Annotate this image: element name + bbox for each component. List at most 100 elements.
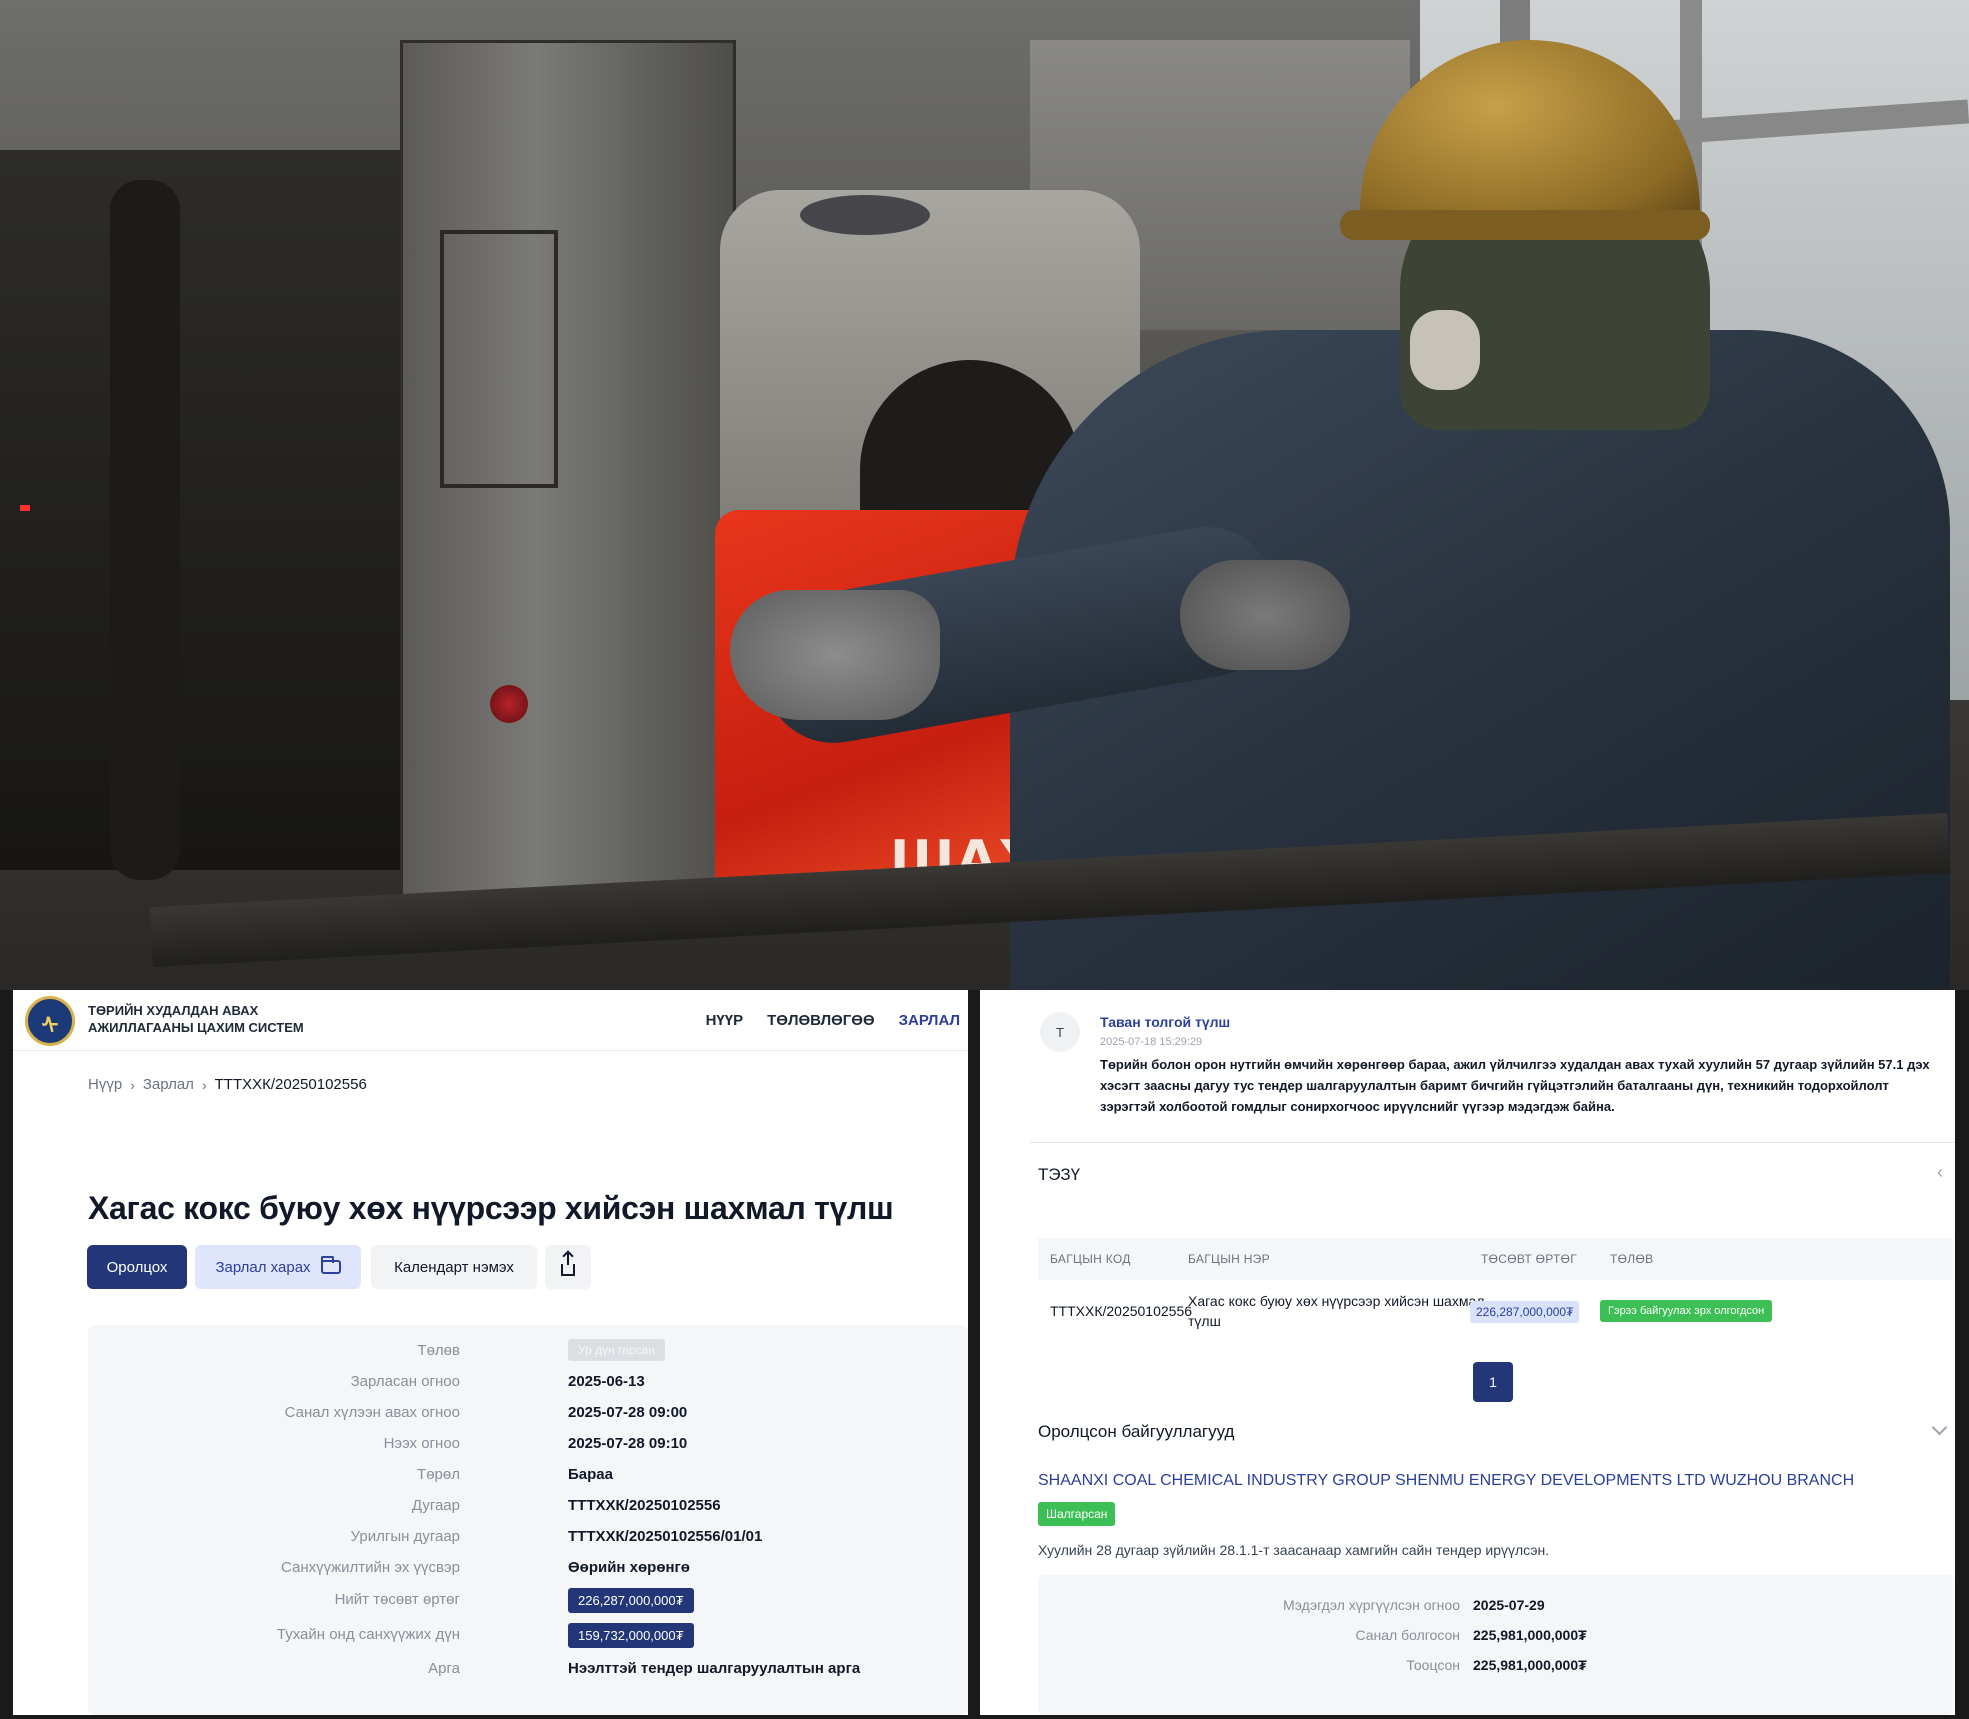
col-header-code: БАГЦЫН КОД — [1050, 1252, 1131, 1266]
participants-section-title[interactable]: Оролцсон байгууллагууд — [1038, 1422, 1234, 1442]
avatar: Т — [1040, 1012, 1080, 1052]
comment-timestamp: 2025-07-18 15:29:29 — [1100, 1036, 1203, 1048]
view-notice-button[interactable]: Зарлал харах — [195, 1245, 361, 1289]
org-name: ТӨРИЙН ХУДАЛДАН АВАХ АЖИЛЛАГААНЫ ЦАХИМ С… — [88, 1002, 348, 1036]
info-row-budget: Нийт төсөвт өртөг 226,287,000,000₮ — [88, 1588, 968, 1613]
info-row-year-fund: Тухайн онд санхүүжих дүн 159,732,000,000… — [88, 1623, 968, 1648]
info-row-invite: Урилгын дугаар ТТТХХК/20250102556/01/01 — [88, 1525, 968, 1549]
info-row-open: Нээх огноо 2025-07-28 09:10 — [88, 1432, 968, 1456]
machinery-shadow — [0, 150, 420, 870]
budget-label: Нийт төсөвт өртөг — [334, 1591, 460, 1608]
share-icon — [561, 1252, 575, 1276]
number-label: Дугаар — [411, 1497, 460, 1514]
winner-badge: Шалгарсан — [1038, 1502, 1116, 1526]
breadcrumb-current: ТТТХХК/20250102556 — [214, 1076, 367, 1093]
feasibility-section-title[interactable]: ТЭЗҮ — [1038, 1165, 1080, 1185]
offer-value: 225,981,000,000₮ — [1473, 1627, 1587, 1643]
chevron-left-icon[interactable]: ‹ — [1937, 1162, 1943, 1183]
open-date-value: 2025-07-28 09:10 — [568, 1435, 688, 1452]
participant-note: Хуулийн 28 дугаар зүйлийн 28.1.1-т зааса… — [1038, 1542, 1550, 1558]
year-fund-badge: 159,732,000,000₮ — [568, 1623, 694, 1648]
breadcrumb-home[interactable]: Нүүр — [88, 1076, 122, 1093]
chevron-right-icon: › — [201, 1076, 207, 1093]
funding-source-value: Өөрийн хөрөнгө — [568, 1559, 690, 1576]
lot-name: Хагас кокс буюу хөх нүүрсээр хийсэн шахм… — [1188, 1291, 1484, 1331]
tender-detail-screenshot: ᠰ ТӨРИЙН ХУДАЛДАН АВАХ АЖИЛЛАГААНЫ ЦАХИМ… — [13, 990, 968, 1715]
announced-label: Зарласан огноо — [350, 1373, 460, 1390]
main-nav: НҮҮР ТӨЛӨВЛӨГӨӨ ЗАРЛАЛ — [706, 1012, 960, 1029]
org-name-line2: АЖИЛЛАГААНЫ ЦАХИМ СИСТЕМ — [88, 1020, 304, 1035]
lot-budget-badge: 226,287,000,000₮ — [1470, 1301, 1580, 1323]
tender-results-screenshot: Т Таван толгой түлш 2025-07-18 15:29:29 … — [980, 990, 1955, 1715]
page-title: Хагас кокс буюу хөх нүүрсээр хийсэн шахм… — [88, 1190, 894, 1226]
pagination-page-button[interactable]: 1 — [1473, 1362, 1513, 1402]
table-row[interactable]: ТТТХХК/20250102556 Хагас кокс буюу хөх н… — [1038, 1285, 1953, 1355]
year-fund-label: Тухайн онд санхүүжих дүн — [276, 1626, 460, 1643]
funding-source-label: Санхүүжилтийн эх үүсвэр — [281, 1559, 460, 1576]
info-row-funding: Санхүүжилтийн эх үүсвэр Өөрийн хөрөнгө — [88, 1556, 968, 1580]
org-name-line1: ТӨРИЙН ХУДАЛДАН АВАХ — [88, 1003, 259, 1018]
mongolia-emblem-logo[interactable]: ᠰ — [25, 996, 75, 1046]
bid-deadline-value: 2025-07-28 09:00 — [568, 1404, 688, 1421]
open-date-label: Нээх огноо — [383, 1435, 460, 1452]
lot-name-line1: Хагас кокс буюу хөх нүүрсээр хийсэн шахм… — [1188, 1293, 1485, 1309]
lot-status-badge: Гэрээ байгуулах эрх олгогдсон — [1600, 1300, 1773, 1322]
method-label: Арга — [428, 1660, 460, 1677]
announced-value: 2025-06-13 — [568, 1373, 645, 1390]
nav-plan[interactable]: ТӨЛӨВЛӨГӨӨ — [767, 1012, 875, 1029]
breadcrumb: Нүүр › Зарлал › ТТТХХК/20250102556 — [88, 1076, 367, 1093]
glove — [730, 590, 940, 720]
chevron-right-icon: › — [130, 1076, 135, 1093]
lot-name-line2: түлш — [1188, 1313, 1221, 1329]
number-value: ТТТХХК/20250102556 — [568, 1497, 721, 1514]
info-row-method: Арга Нээлттэй тендер шалгаруулалтын арга — [88, 1657, 968, 1681]
chevron-down-icon[interactable] — [1931, 1419, 1948, 1436]
award-info-box: Мэдэгдэл хүргүүлсэн огноо 2025-07-29 Сан… — [1038, 1575, 1953, 1715]
glove — [1180, 560, 1350, 670]
folder-icon — [320, 1256, 341, 1274]
final-amount-value: 225,981,000,000₮ — [1473, 1657, 1587, 1673]
participant-name-link[interactable]: SHAANXI COAL CHEMICAL INDUSTRY GROUP SHE… — [1038, 1472, 1854, 1490]
hard-hat-brim — [1340, 210, 1710, 240]
info-row-number: Дугаар ТТТХХК/20250102556 — [88, 1494, 968, 1518]
worker-photo: ШАХМ — [0, 0, 1969, 990]
breadcrumb-notices[interactable]: Зарлал — [143, 1076, 194, 1093]
add-calendar-button[interactable]: Календарт нэмэх — [371, 1245, 537, 1289]
invite-number-label: Урилгын дугаар — [350, 1528, 460, 1545]
machine-disc — [800, 195, 930, 235]
notice-date-value: 2025-07-29 — [1473, 1597, 1545, 1613]
press-frame-detail — [440, 230, 558, 488]
add-calendar-button-label: Календарт нэмэх — [394, 1258, 514, 1276]
col-header-budget: ТӨСӨВТ ӨРТӨГ — [1481, 1252, 1578, 1266]
info-row-announced: Зарласан огноо 2025-06-13 — [88, 1370, 968, 1394]
worker-respirator — [1410, 310, 1480, 390]
info-row-bid-deadline: Санал хүлээн авах огноо 2025-07-28 09:00 — [88, 1401, 968, 1425]
red-button — [490, 685, 528, 723]
nav-home[interactable]: НҮҮР — [706, 1012, 744, 1029]
participate-button[interactable]: Оролцох — [87, 1245, 187, 1289]
lot-code: ТТТХХК/20250102556 — [1050, 1303, 1193, 1319]
participate-button-label: Оролцох — [106, 1258, 168, 1276]
invite-number-value: ТТТХХК/20250102556/01/01 — [568, 1528, 763, 1545]
lots-table-header: БАГЦЫН КОД БАГЦЫН НЭР ТӨСӨВТ ӨРТӨГ ТӨЛӨВ — [1038, 1238, 1953, 1280]
type-value: Бараа — [568, 1466, 613, 1483]
comment-text: Төрийн болон орон нутгийн өмчийн хөрөнгө… — [1100, 1057, 1930, 1114]
machine-pillar — [110, 180, 180, 880]
status-label: Төлөв — [417, 1342, 460, 1359]
tender-info-box: Төлөв Ур дүн гарсан Зарласан огноо 2025-… — [88, 1325, 968, 1715]
method-value: Нээлттэй тендер шалгаруулалтын арга — [568, 1660, 861, 1677]
col-header-name: БАГЦЫН НЭР — [1188, 1252, 1270, 1266]
nav-notices[interactable]: ЗАРЛАЛ — [899, 1012, 960, 1029]
share-button[interactable] — [545, 1245, 591, 1289]
site-header: ᠰ ТӨРИЙН ХУДАЛДАН АВАХ АЖИЛЛАГААНЫ ЦАХИМ… — [13, 990, 968, 1051]
bid-deadline-label: Санал хүлээн авах огноо — [284, 1404, 460, 1421]
indicator-light — [20, 505, 30, 511]
final-amount-label: Тооцсон — [1406, 1657, 1460, 1673]
type-label: Төрөл — [417, 1466, 460, 1483]
budget-badge: 226,287,000,000₮ — [568, 1588, 694, 1613]
comment-author[interactable]: Таван толгой түлш — [1100, 1014, 1230, 1030]
col-header-status: ТӨЛӨВ — [1610, 1252, 1654, 1266]
status-badge: Ур дүн гарсан — [568, 1339, 665, 1361]
offer-label: Санал болгосон — [1355, 1627, 1460, 1643]
info-row-type: Төрөл Бараа — [88, 1463, 968, 1487]
